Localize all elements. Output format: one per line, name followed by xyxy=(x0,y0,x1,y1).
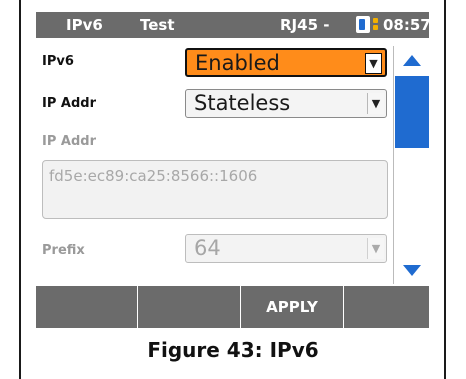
prefix-label: Prefix xyxy=(42,243,85,258)
scroll-down-button[interactable] xyxy=(394,256,429,284)
port-label: RJ45 - xyxy=(280,16,330,34)
figure-caption: Figure 43: IPv6 xyxy=(147,338,319,362)
battery-icon xyxy=(356,16,370,33)
signal-icon xyxy=(373,18,379,32)
status-bar: IPv6 Test RJ45 - 08:57 xyxy=(36,12,429,38)
screen-title: IPv6 xyxy=(66,16,103,34)
mode-label: Test xyxy=(140,16,175,34)
scroll-thumb[interactable] xyxy=(395,76,429,148)
prefix-value: 64 xyxy=(194,236,221,260)
chevron-down-icon: ▼ xyxy=(365,53,382,74)
ip-addr-mode-select[interactable]: Stateless ▼ xyxy=(185,89,387,118)
scrollbar[interactable] xyxy=(393,46,429,284)
device-screen: IPv6 Test RJ45 - 08:57 IPv6 Enabled ▼ IP… xyxy=(36,12,429,328)
softkey-bar: APPLY xyxy=(36,286,429,328)
softkey-2[interactable] xyxy=(138,286,241,328)
clock: 08:57 xyxy=(383,16,429,34)
ip-addr-mode-label: IP Addr xyxy=(42,96,96,111)
scroll-up-button[interactable] xyxy=(394,46,429,74)
chevron-down-icon: ▼ xyxy=(367,93,384,114)
prefix-select: 64 ▼ xyxy=(185,234,387,263)
chevron-down-icon: ▼ xyxy=(367,238,384,259)
ipv6-label: IPv6 xyxy=(42,54,74,69)
softkey-1[interactable] xyxy=(36,286,138,328)
ipv6-select[interactable]: Enabled ▼ xyxy=(185,48,387,77)
ip-addr-value: fd5e:ec89:ca25:8566::1606 xyxy=(49,167,258,185)
apply-button[interactable]: APPLY xyxy=(241,286,344,328)
arrow-up-icon xyxy=(403,54,421,66)
ip-addr-mode-value: Stateless xyxy=(194,91,291,115)
ipv6-select-value: Enabled xyxy=(195,51,280,75)
softkey-4[interactable] xyxy=(344,286,429,328)
arrow-down-icon xyxy=(403,264,421,276)
ip-addr-field: fd5e:ec89:ca25:8566::1606 xyxy=(42,160,388,219)
ip-addr-label: IP Addr xyxy=(42,134,96,149)
